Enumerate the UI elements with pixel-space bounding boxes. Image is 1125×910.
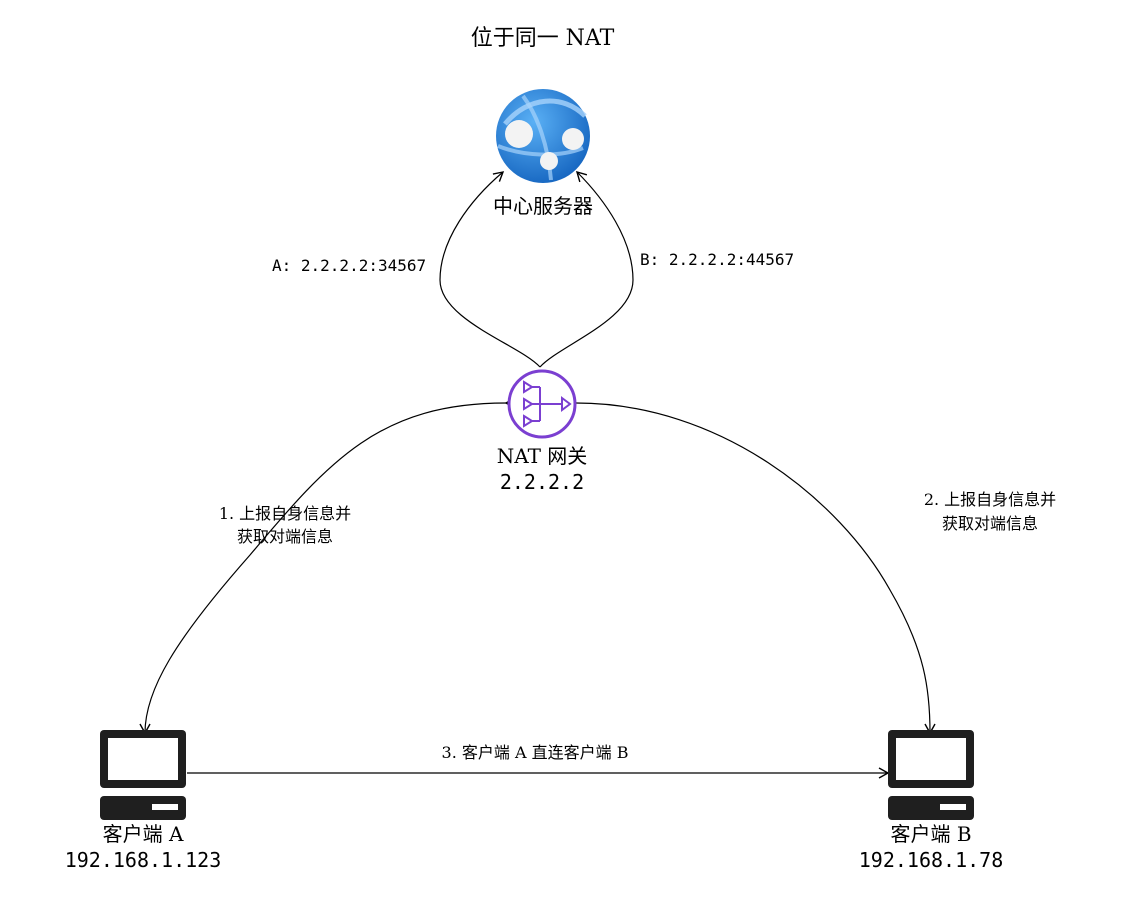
edge-label-step2-line2: 获取对端信息 — [941, 514, 1038, 533]
server-label: 中心服务器 — [493, 194, 593, 218]
web-app-globe-icon[interactable] — [496, 89, 590, 183]
edge-label-step1-line2: 获取对端信息 — [236, 527, 333, 546]
diagram-title: 位于同一 NAT — [470, 26, 615, 51]
edge-label-a-mapping: A: 2.2.2.2:34567 — [272, 256, 427, 275]
edge-label-step2-line1: 2. 上报自身信息并 — [923, 490, 1057, 509]
nat-label: NAT 网关 — [496, 444, 588, 468]
desktop-computer-icon[interactable] — [888, 730, 974, 820]
client-b-ip: 192.168.1.78 — [858, 848, 1004, 872]
client-a-ip: 192.168.1.123 — [64, 848, 222, 872]
edge-label-b-mapping: B: 2.2.2.2:44567 — [640, 250, 795, 269]
desktop-computer-icon[interactable] — [100, 730, 186, 820]
nat-ip: 2.2.2.2 — [499, 470, 585, 494]
client-b-label: 客户端 B — [890, 822, 972, 846]
edge-label-step3: 3. 客户端 A 直连客户端 B — [441, 743, 629, 762]
nat-gateway-icon[interactable] — [507, 369, 577, 439]
edge-label-step1-line1: 1. 上报自身信息并 — [218, 504, 352, 523]
client-a-label: 客户端 A — [102, 822, 184, 846]
